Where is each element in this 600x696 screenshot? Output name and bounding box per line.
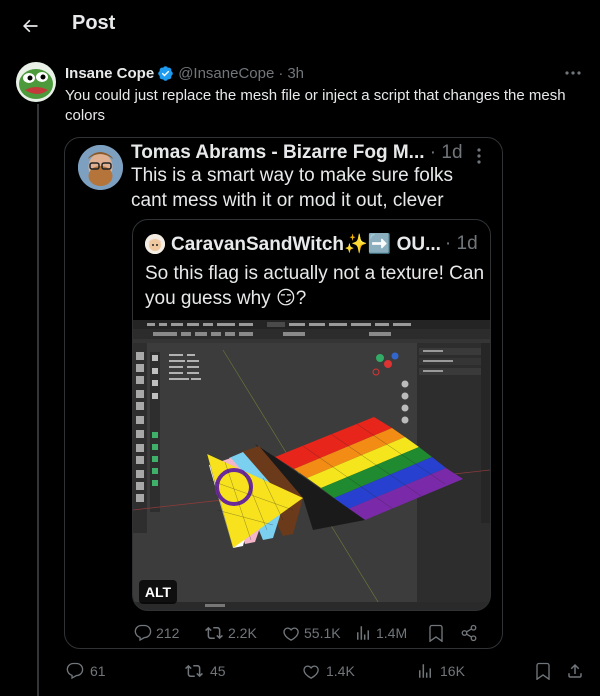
more-dots-icon [565,71,581,75]
author-name[interactable]: Insane Cope [65,65,154,82]
like-button[interactable]: 1.4K [302,662,355,680]
blender-viewport-image [133,320,490,610]
repost-icon [205,626,223,640]
views-count: 16K [440,663,465,679]
pepe-avatar-icon [16,62,56,102]
nested-quoted-timestamp[interactable]: · 1d [445,233,478,255]
quoted-author-name[interactable]: Tomas Abrams - Bizarre Fog M... [131,142,425,163]
views-button[interactable]: 16K [416,662,465,680]
thread-connector-line [37,104,39,696]
vertical-dots-icon [477,148,481,164]
quoted-repost-count: 2.2K [228,625,257,641]
repost-button[interactable]: 45 [184,662,226,680]
bearded-man-avatar-icon [78,145,123,190]
views-chart-icon [419,664,431,678]
quoted-reply-count: 212 [156,625,180,641]
quoted-repost-button[interactable]: 2.2K [204,624,257,642]
verified-badge-icon [158,65,173,81]
quoted-author-avatar[interactable] [78,145,123,190]
author-handle[interactable]: @InsaneCope [178,65,274,82]
back-button[interactable] [14,10,46,42]
bookmark-icon [429,624,443,642]
share-nodes-icon [461,624,477,642]
post-author-line: Insane Cope @InsaneCope · 3h [65,63,304,83]
quoted-like-button[interactable]: 55.1K [282,624,341,642]
like-count: 1.4K [326,663,355,679]
quoted-reply-button[interactable]: 212 [134,624,179,642]
reply-count: 61 [90,663,106,679]
quoted-post-text: This is a smart way to make sure folks c… [131,165,454,211]
nested-quoted-author-name[interactable]: CaravanSandWitch✨➡️ OU... [171,232,441,256]
quoted-views-count: 1.4M [376,625,408,641]
repost-icon [185,664,203,678]
reply-button[interactable]: 61 [66,662,106,680]
share-button[interactable] [566,662,584,680]
page-title: Post [72,12,116,34]
views-chart-icon [357,626,369,640]
post-timestamp[interactable]: 3h [287,65,304,82]
nested-quoted-author-avatar[interactable] [145,234,165,254]
separator-dot: · [278,64,284,82]
quoted-like-count: 55.1K [304,625,341,641]
alt-text-badge[interactable]: ALT [139,580,177,604]
arrow-left-icon [23,19,38,33]
quoted-timestamp[interactable]: · 1d [430,142,463,163]
heart-icon [303,665,319,679]
quoted-author-line: Tomas Abrams - Bizarre Fog M... · 1d [131,142,463,164]
cartoon-avatar-icon [145,234,165,254]
quoted-views-button[interactable]: 1.4M [354,624,407,642]
reply-icon [134,624,152,642]
nested-quoted-post-text: So this flag is actually not a texture! … [145,263,485,309]
share-upload-icon [568,663,582,678]
blender-screenshot-image[interactable] [133,320,490,610]
bookmark-button[interactable] [534,662,552,680]
reply-icon [66,662,84,680]
quoted-share-button[interactable] [460,624,478,642]
heart-icon [283,627,299,641]
post-text: You could just replace the mesh file or … [65,87,566,124]
post-header: Post [0,0,600,52]
repost-count: 45 [210,663,226,679]
nested-quoted-author-line: CaravanSandWitch✨➡️ OU... · 1d [145,232,478,256]
more-options-button[interactable] [560,62,586,84]
bookmark-icon [536,662,550,680]
quoted-bookmark-button[interactable] [427,624,445,642]
avatar[interactable] [16,62,56,102]
